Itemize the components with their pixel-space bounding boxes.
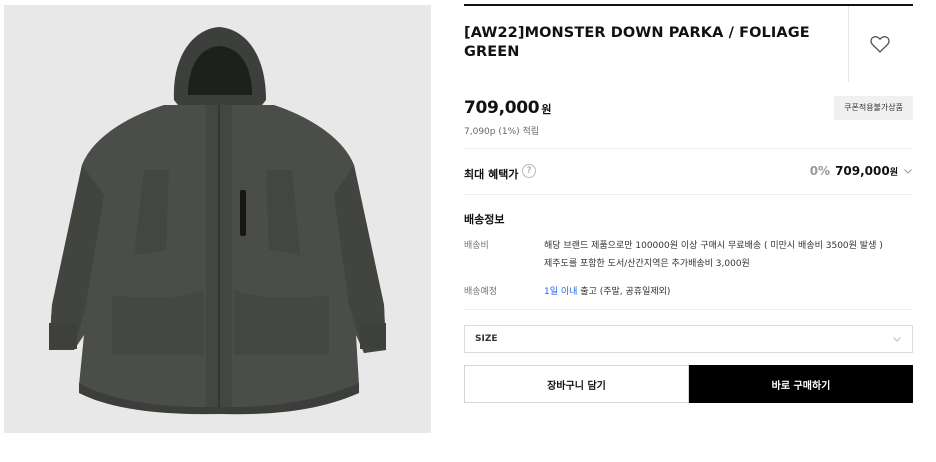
reward-points: 7,090p (1%) 적립 (464, 127, 540, 137)
max-benefit-label: 최대 혜택가 (464, 168, 519, 181)
product-image (4, 5, 431, 433)
price: 709,000 원 (464, 98, 551, 118)
shipping-fee-text: 해당 브랜드 제품으로만 100000원 이상 구매시 무료배송 ( 미만시 배… (544, 241, 883, 251)
top-divider (464, 4, 913, 6)
price-amount: 709,000 (464, 98, 540, 118)
shipping-fee-label: 배송비 (464, 241, 489, 251)
benefit-percent: 0% (809, 164, 831, 178)
heart-outline-icon (870, 36, 890, 53)
help-icon[interactable]: ? (522, 164, 536, 178)
eta-highlight: 1일 이내 (544, 287, 578, 297)
buy-now-button[interactable]: 바로 구매하기 (689, 365, 913, 403)
wishlist-divider (848, 6, 849, 82)
eta-rest: 출고 (주말, 공휴일제외) (577, 287, 671, 297)
shipping-heading: 배송정보 (464, 213, 505, 226)
product-title: [AW22]MONSTER DOWN PARKA / FOLIAGE GREEN (464, 25, 810, 60)
divider (464, 194, 913, 195)
wishlist-button[interactable] (868, 32, 892, 56)
jacket-photo (49, 27, 386, 415)
divider (464, 309, 913, 310)
size-select-label: SIZE (475, 334, 498, 344)
shipping-extra-text: 제주도를 포함한 도서/산간지역은 추가배송비 3,000원 (544, 259, 750, 269)
chevron-down-icon (893, 337, 901, 342)
shipping-eta-label: 배송예정 (464, 287, 498, 297)
price-unit: 원 (541, 103, 552, 116)
max-benefit-toggle[interactable]: 0% 709,000원 (810, 164, 913, 178)
benefit-amount: 709,000 (835, 164, 890, 178)
chevron-down-icon (904, 169, 912, 174)
benefit-unit: 원 (889, 168, 898, 178)
add-to-cart-button[interactable]: 장바구니 담기 (464, 365, 689, 403)
coupon-badge: 쿠폰적용불가상품 (834, 96, 913, 120)
size-select[interactable]: SIZE (464, 325, 913, 353)
divider (464, 148, 913, 149)
shipping-eta-text: 1일 이내 출고 (주말, 공휴일제외) (544, 284, 670, 297)
